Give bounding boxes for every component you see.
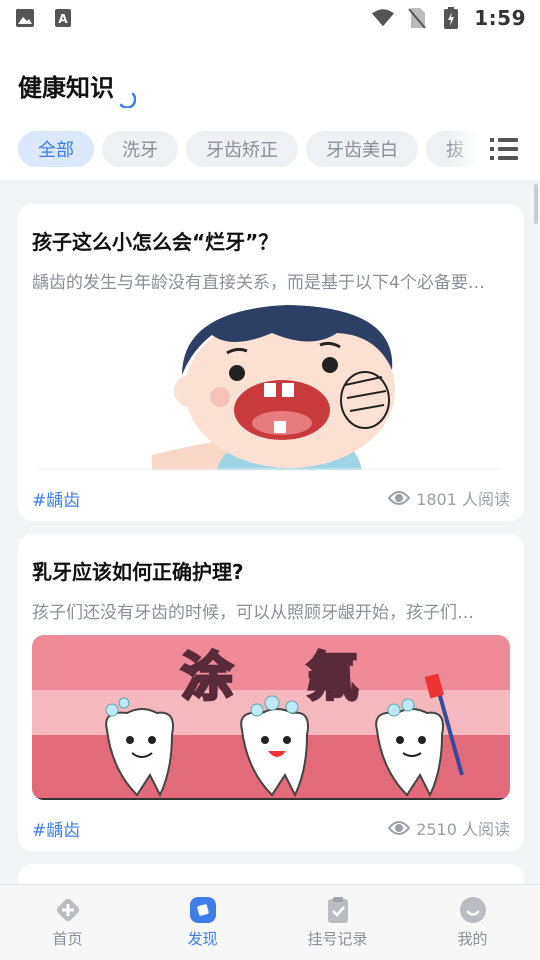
article-cover-image: 涂 氟 [32, 635, 510, 800]
nav-label: 挂号记录 [307, 930, 368, 948]
discover-icon [189, 897, 216, 923]
wifi-icon [372, 7, 395, 29]
view-count: 2510 人阅读 [388, 816, 510, 840]
nav-item-discover[interactable]: 发现 [135, 885, 270, 960]
article-summary: 孩子们还没有牙齿的时候，可以从照顾牙龈开始，孩子们… [32, 603, 474, 623]
gallery-notification-icon [14, 7, 36, 29]
page-title: 健康知识 [18, 74, 114, 102]
article-summary: 龋齿的发生与年龄没有直接关系，而是基于以下4个必备要… [32, 273, 485, 293]
tabs-fade [448, 131, 478, 167]
article-list: 孩子这么小怎么会“烂牙”？ 龋齿的发生与年龄没有直接关系，而是基于以下4个必备要… [0, 180, 540, 884]
clock: 1:59 [474, 6, 526, 30]
article-card[interactable] [18, 864, 524, 884]
svg-text:A: A [58, 12, 68, 26]
article-card[interactable]: 孩子这么小怎么会“烂牙”？ 龋齿的发生与年龄没有直接关系，而是基于以下4个必备要… [18, 204, 524, 521]
clipboard-check-icon [327, 897, 348, 923]
view-count: 1801 人阅读 [388, 486, 510, 510]
article-tag[interactable]: #龋齿 [32, 486, 80, 511]
article-title: 乳牙应该如何正确护理? [32, 560, 244, 584]
nav-item-home[interactable]: 首页 [0, 885, 135, 960]
bottom-navigation: 首页 发现 挂号记录 我的 [0, 884, 540, 960]
eye-icon [388, 491, 411, 505]
nav-label: 首页 [52, 930, 83, 948]
cover-text-char: 氟 [306, 648, 358, 708]
article-title: 孩子这么小怎么会“烂牙”？ [32, 230, 279, 254]
nav-item-profile[interactable]: 我的 [405, 885, 540, 960]
battery-charging-icon [440, 7, 462, 29]
home-icon [56, 898, 79, 922]
tab-cleaning[interactable]: 洗牙 [102, 131, 178, 167]
tab-whitening[interactable]: 牙齿美白 [306, 131, 418, 167]
status-bar: A 1:59 [0, 0, 540, 36]
page-header: 健康知识 全部 洗牙 牙齿矫正 牙齿美白 拔 [0, 36, 540, 180]
font-notification-icon: A [52, 7, 74, 29]
list-menu-icon[interactable] [490, 136, 518, 162]
no-sim-icon [406, 7, 428, 29]
tab-all[interactable]: 全部 [18, 131, 94, 167]
article-card[interactable]: 乳牙应该如何正确护理? 孩子们还没有牙齿的时候，可以从照顾牙龈开始，孩子们… 涂… [18, 534, 524, 851]
eye-icon [388, 821, 411, 835]
tab-orthodontics[interactable]: 牙齿矫正 [186, 131, 298, 167]
nav-label: 我的 [457, 930, 488, 948]
scrollbar[interactable] [534, 184, 538, 224]
cover-text-char: 涂 [181, 648, 233, 708]
view-count-label: 1801 人阅读 [416, 490, 510, 509]
loading-spinner-icon [119, 92, 136, 108]
article-cover-image [32, 305, 510, 470]
profile-icon [459, 897, 486, 923]
nav-item-registration-records[interactable]: 挂号记录 [270, 885, 405, 960]
nav-label: 发现 [187, 930, 218, 948]
article-tag[interactable]: #龋齿 [32, 816, 80, 841]
view-count-label: 2510 人阅读 [416, 820, 510, 839]
category-tabs: 全部 洗牙 牙齿矫正 牙齿美白 拔 [18, 131, 478, 167]
